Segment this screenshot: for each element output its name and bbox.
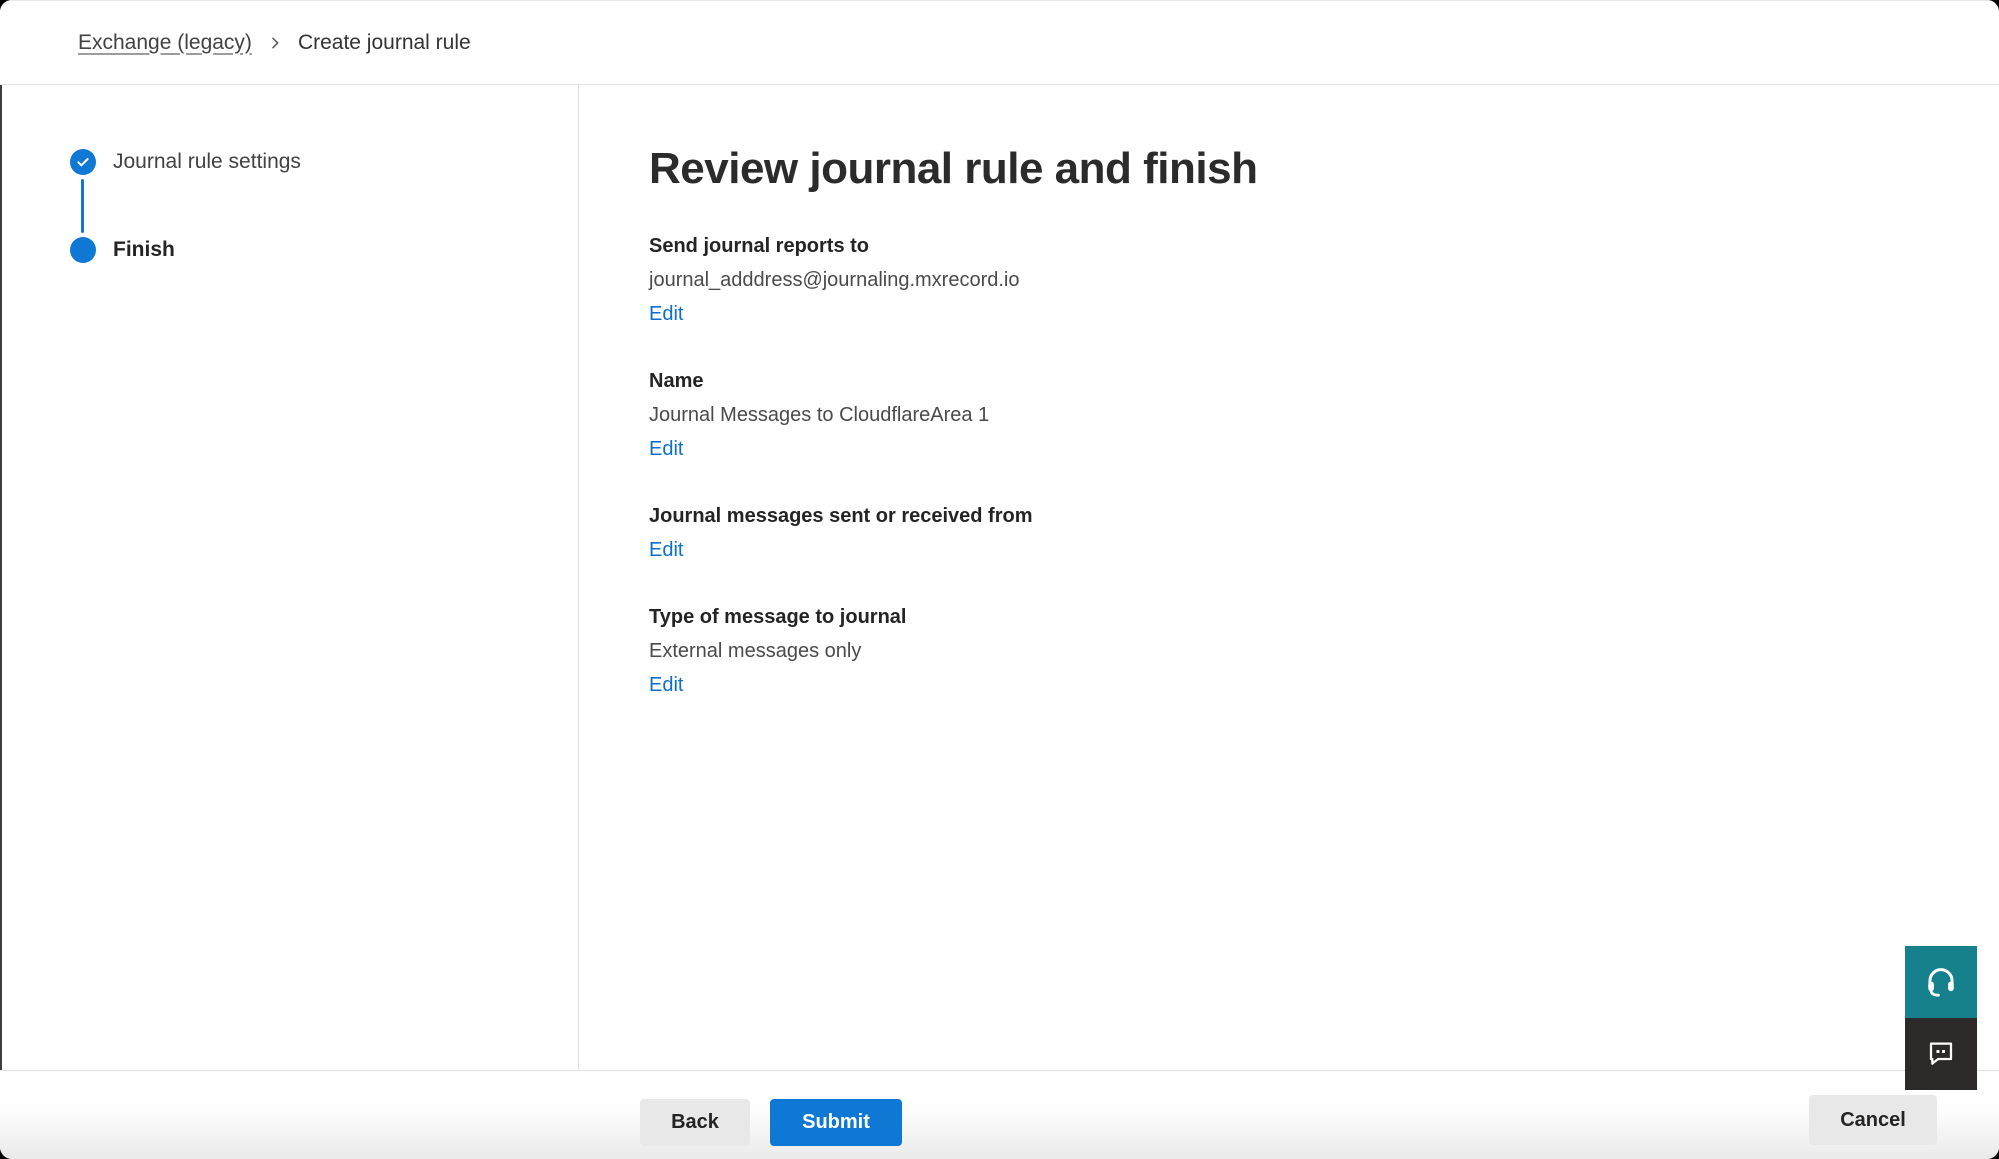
breadcrumb: Exchange (legacy) Create journal rule xyxy=(78,31,471,55)
page-title: Review journal rule and finish xyxy=(649,142,1999,195)
section-label: Journal messages sent or received from xyxy=(649,499,1999,533)
review-sections: Send journal reports to journal_adddress… xyxy=(649,229,1999,703)
edit-link[interactable]: Edit xyxy=(649,297,683,332)
section-label: Send journal reports to xyxy=(649,229,1999,263)
exchange-admin-window: Exchange (legacy) Create journal rule Jo… xyxy=(0,0,1999,1159)
edit-link[interactable]: Edit xyxy=(649,668,683,703)
cancel-button[interactable]: Cancel xyxy=(1809,1095,1937,1145)
breadcrumb-exchange-legacy[interactable]: Exchange (legacy) xyxy=(78,31,252,55)
feedback-button[interactable] xyxy=(1905,1018,1977,1090)
breadcrumb-current-page: Create journal rule xyxy=(298,31,471,55)
step-connector-line xyxy=(81,179,84,233)
edit-link[interactable]: Edit xyxy=(649,432,683,467)
wizard-body: Journal rule settings Finish Review jour… xyxy=(0,85,1999,1070)
wizard-steps-panel: Journal rule settings Finish xyxy=(2,85,579,1070)
section-value: External messages only xyxy=(649,634,1999,668)
support-widget-stack xyxy=(1905,946,1977,1090)
review-section: Send journal reports to journal_adddress… xyxy=(649,229,1999,332)
help-support-button[interactable] xyxy=(1905,946,1977,1018)
step-label: Journal rule settings xyxy=(113,150,301,174)
review-section: Journal messages sent or received from E… xyxy=(649,499,1999,568)
section-value: journal_adddress@journaling.mxrecord.io xyxy=(649,263,1999,297)
section-value: Journal Messages to CloudflareArea 1 xyxy=(649,398,1999,432)
breadcrumb-bar: Exchange (legacy) Create journal rule xyxy=(0,0,1999,85)
section-label: Name xyxy=(649,364,1999,398)
review-section: Type of message to journal External mess… xyxy=(649,600,1999,703)
wizard-step-finish[interactable]: Finish xyxy=(70,236,175,264)
review-section: Name Journal Messages to CloudflareArea … xyxy=(649,364,1999,467)
wizard-step-journal-rule-settings[interactable]: Journal rule settings xyxy=(70,148,301,176)
step-label: Finish xyxy=(113,238,175,262)
checkmark-circle-icon xyxy=(70,149,96,175)
back-button[interactable]: Back xyxy=(640,1099,750,1146)
edit-link[interactable]: Edit xyxy=(649,533,683,568)
chat-bubble-icon xyxy=(1925,1037,1957,1072)
footer-action-bar: Back Submit Cancel xyxy=(0,1070,1999,1159)
submit-button[interactable]: Submit xyxy=(770,1099,902,1146)
filled-circle-icon xyxy=(70,237,96,263)
headset-icon xyxy=(1924,964,1958,1001)
chevron-right-icon xyxy=(267,35,283,51)
section-label: Type of message to journal xyxy=(649,600,1999,634)
review-content: Review journal rule and finish Send jour… xyxy=(579,85,1999,1070)
